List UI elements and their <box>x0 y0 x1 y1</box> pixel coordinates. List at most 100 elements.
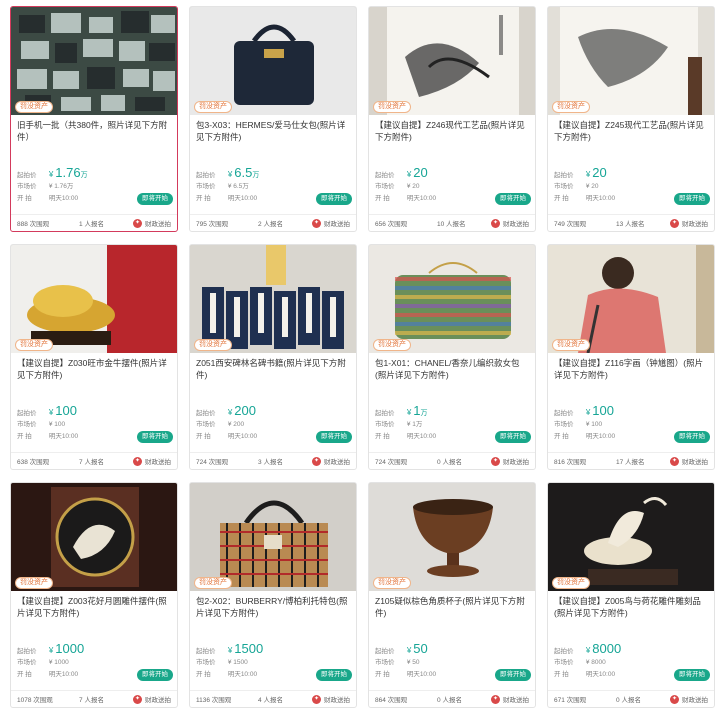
currency-symbol: ¥ <box>406 408 412 417</box>
item-photo[interactable]: 罚没资产 <box>369 7 535 115</box>
item-title[interactable]: 包1-X01：CHANEL/香奈儿编织款女包(照片详见下方附件) <box>369 353 535 395</box>
auction-card-6[interactable]: 罚没资产 Z051西安碑林名碑书籍(照片详见下方附件) 起拍价 ¥200 市场价… <box>189 244 357 470</box>
card-footer: 1078 次围观 7 人报名 ✦ 财政送拍 <box>11 690 177 707</box>
auction-card-10[interactable]: 罚没资产 包2-X02：BURBERRY/博柏利托特包(照片详见下方附件) 起拍… <box>189 482 357 708</box>
fiscal-emblem-icon: ✦ <box>491 694 500 704</box>
card-footer: 724 次围观 0 人报名 ✦ 财政送拍 <box>369 452 535 469</box>
item-title[interactable]: 旧手机一批（共380件，照片详见下方附件） <box>11 115 177 157</box>
auction-card-12[interactable]: 罚没资产 【建议自提】Z005鸟与荷花雕件雕刻品(照片详见下方附件) 起拍价 ¥… <box>547 482 715 708</box>
start-price-value: ¥100 <box>586 403 614 418</box>
upcoming-start-button[interactable]: 即将开始 <box>674 193 710 205</box>
auction-start-row: 开 拍 明天10:00 即将开始 <box>190 193 356 205</box>
upcoming-start-button[interactable]: 即将开始 <box>137 669 173 681</box>
currency-symbol: ¥ <box>585 408 591 417</box>
signup-count: 2 人报名 <box>258 221 283 228</box>
auction-card-8[interactable]: 罚没资产 【建议自提】Z116字画（钟馗图）(照片详见下方附件) 起拍价 ¥10… <box>547 244 715 470</box>
start-price-row: 起拍价 ¥100 <box>11 403 177 419</box>
start-price-value: ¥1500 <box>228 641 263 656</box>
item-photo[interactable]: 罚没资产 <box>548 7 714 115</box>
upcoming-start-button[interactable]: 即将开始 <box>674 669 710 681</box>
auction-card-7[interactable]: 罚没资产 包1-X01：CHANEL/香奈儿编织款女包(照片详见下方附件) 起拍… <box>368 244 536 470</box>
item-title[interactable]: 【建议自提】Z030旺市金牛摆件(照片详见下方附件) <box>11 353 177 395</box>
upcoming-start-button[interactable]: 即将开始 <box>137 431 173 443</box>
upcoming-start-button[interactable]: 即将开始 <box>495 193 531 205</box>
upcoming-start-button[interactable]: 即将开始 <box>495 431 531 443</box>
upcoming-start-button[interactable]: 即将开始 <box>316 431 352 443</box>
auction-card-2[interactable]: 罚没资产 包3-X03：HERMES/爱马仕女包(照片详见下方附件) 起拍价 ¥… <box>189 6 357 232</box>
market-price-value: ¥ 1万 <box>406 421 423 428</box>
item-title[interactable]: 【建议自提】Z245现代工艺品(照片详见下方附件) <box>548 115 714 157</box>
auction-card-4[interactable]: 罚没资产 【建议自提】Z245现代工艺品(照片详见下方附件) 起拍价 ¥20 市… <box>547 6 715 232</box>
confiscated-asset-badge: 罚没资产 <box>194 577 232 589</box>
upcoming-start-button[interactable]: 即将开始 <box>316 193 352 205</box>
upcoming-start-button[interactable]: 即将开始 <box>495 669 531 681</box>
auction-start-row: 开 拍 明天10:00 即将开始 <box>190 431 356 443</box>
currency-symbol: ¥ <box>48 646 54 655</box>
upcoming-start-button[interactable]: 即将开始 <box>137 193 173 205</box>
auction-card-11[interactable]: 罚没资产 Z105疑似棕色角质杯子(照片详见下方附件) 起拍价 ¥50 市场价 … <box>368 482 536 708</box>
view-count: 724 次围观 <box>196 459 229 466</box>
item-title[interactable]: 包2-X02：BURBERRY/博柏利托特包(照片详见下方附件) <box>190 591 356 633</box>
confiscated-asset-badge: 罚没资产 <box>15 339 53 351</box>
currency-symbol: ¥ <box>406 170 412 179</box>
price-number: 20 <box>413 165 428 180</box>
market-price-value: ¥ 20 <box>406 183 420 190</box>
auction-card-3[interactable]: 罚没资产 【建议自提】Z246现代工艺品(照片详见下方附件) 起拍价 ¥20 市… <box>368 6 536 232</box>
start-price-row: 起拍价 ¥8000 <box>548 641 714 657</box>
auction-start-row: 开 拍 明天10:00 即将开始 <box>11 431 177 443</box>
auction-start-label: 开 拍 <box>554 671 569 678</box>
card-footer: 638 次围观 7 人报名 ✦ 财政送拍 <box>11 452 177 469</box>
start-price-value: ¥20 <box>586 165 607 180</box>
item-photo[interactable]: 罚没资产 <box>190 483 356 591</box>
price-number: 50 <box>413 641 428 656</box>
auction-start-label: 开 拍 <box>17 195 32 202</box>
start-price-row: 起拍价 ¥1万 <box>369 403 535 419</box>
fiscal-emblem-icon: ✦ <box>312 456 321 466</box>
item-photo[interactable]: 罚没资产 <box>369 245 535 353</box>
start-price-value: ¥6.5万 <box>228 165 260 180</box>
market-price-value: ¥ 1000 <box>48 659 69 666</box>
item-photo[interactable]: 罚没资产 <box>369 483 535 591</box>
fiscal-emblem-icon: ✦ <box>133 456 142 466</box>
market-price-label: 市场价 <box>375 421 395 428</box>
item-photo[interactable]: 罚没资产 <box>190 7 356 115</box>
auction-start-time: 明天10:00 <box>406 433 437 440</box>
item-photo[interactable]: 罚没资产 <box>190 245 356 353</box>
start-price-row: 起拍价 ¥100 <box>548 403 714 419</box>
item-photo[interactable]: 罚没资产 <box>11 483 177 591</box>
market-price-label: 市场价 <box>17 659 37 666</box>
item-title[interactable]: 包3-X03：HERMES/爱马仕女包(照片详见下方附件) <box>190 115 356 157</box>
item-title[interactable]: 【建议自提】Z246现代工艺品(照片详见下方附件) <box>369 115 535 157</box>
confiscated-asset-badge: 罚没资产 <box>194 339 232 351</box>
market-price-label: 市场价 <box>17 183 37 190</box>
item-title[interactable]: Z051西安碑林名碑书籍(照片详见下方附件) <box>190 353 356 395</box>
market-price-row: 市场价 ¥ 50 <box>369 657 535 669</box>
market-price-label: 市场价 <box>554 183 574 190</box>
item-title[interactable]: 【建议自提】Z005鸟与荷花雕件雕刻品(照片详见下方附件) <box>548 591 714 633</box>
fiscal-emblem-icon: ✦ <box>670 218 679 228</box>
auction-start-time: 明天10:00 <box>227 195 258 202</box>
start-price-row: 起拍价 ¥20 <box>369 165 535 181</box>
upcoming-start-button[interactable]: 即将开始 <box>316 669 352 681</box>
confiscated-asset-badge: 罚没资产 <box>552 339 590 351</box>
item-title[interactable]: 【建议自提】Z116字画（钟馗图）(照片详见下方附件) <box>548 353 714 395</box>
item-photo[interactable]: 罚没资产 <box>11 245 177 353</box>
item-photo[interactable]: 罚没资产 <box>11 7 177 115</box>
upcoming-start-button[interactable]: 即将开始 <box>674 431 710 443</box>
item-title[interactable]: Z105疑似棕色角质杯子(照片详见下方附件) <box>369 591 535 633</box>
auction-card-1[interactable]: 罚没资产 旧手机一批（共380件，照片详见下方附件） 起拍价 ¥1.76万 市场… <box>10 6 178 232</box>
card-footer: 795 次围观 2 人报名 ✦ 财政送拍 <box>190 214 356 231</box>
auction-card-9[interactable]: 罚没资产 【建议自提】Z003花好月圆雕件摆件(照片详见下方附件) 起拍价 ¥1… <box>10 482 178 708</box>
fiscal-auction-tag: ✦ 财政送拍 <box>133 694 171 704</box>
start-price-value: ¥1.76万 <box>49 165 88 180</box>
item-title[interactable]: 【建议自提】Z003花好月圆雕件摆件(照片详见下方附件) <box>11 591 177 633</box>
auction-card-5[interactable]: 罚没资产 【建议自提】Z030旺市金牛摆件(照片详见下方附件) 起拍价 ¥100… <box>10 244 178 470</box>
fiscal-auction-tag: ✦ 财政送拍 <box>133 456 171 466</box>
item-photo[interactable]: 罚没资产 <box>548 245 714 353</box>
item-photo[interactable]: 罚没资产 <box>548 483 714 591</box>
card-footer: 671 次围观 0 人报名 ✦ 财政送拍 <box>548 690 714 707</box>
signup-count: 7 人报名 <box>79 697 104 704</box>
price-number: 100 <box>55 403 77 418</box>
confiscated-asset-badge: 罚没资产 <box>373 339 411 351</box>
market-price-value: ¥ 6.5万 <box>227 183 249 190</box>
